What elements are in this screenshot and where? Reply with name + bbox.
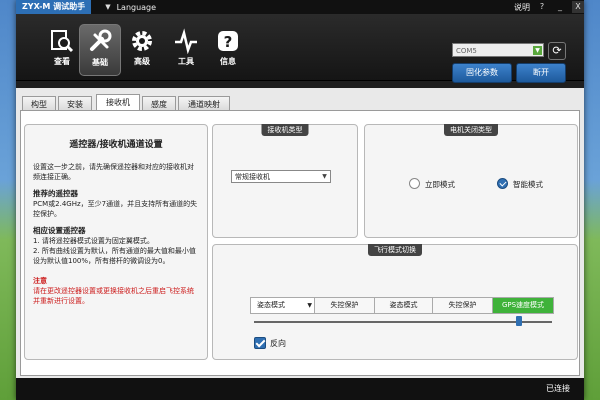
main-toolbar: 查看 基础 高级 工具 ? 信息 COM5 ▼ ⟳ 固化参数 断开 [16, 14, 584, 83]
recommended-title: 推荐的遥控器 [33, 189, 78, 198]
setup-step-2: 2. 所有曲线设置为默认，所有通道的最大值和最小值设为默认值100%，所有搭杆的… [33, 247, 196, 265]
receiver-type-panel: 接收机类型 常规接收机 ▼ [212, 124, 358, 238]
chevron-down-icon[interactable]: ▼ [307, 298, 312, 313]
toolbar-advanced-label: 高级 [134, 57, 150, 66]
pulse-icon [175, 28, 197, 54]
language-dropdown-icon[interactable]: ▼ [105, 3, 110, 11]
instructions-panel: 遥控器/接收机通道设置 设置这一步之前，请先确保遥控器和对应的接收机对频连接正确… [24, 124, 208, 360]
reverse-label: 反向 [270, 339, 286, 348]
mode-cell-gps-speed: GPS速度模式 [493, 298, 553, 313]
motor-off-title: 电机关闭类型 [444, 124, 498, 136]
smart-mode-label: 智能模式 [513, 180, 543, 189]
connection-status: 已连接 [546, 384, 570, 393]
flight-mode-title: 飞行模式切换 [368, 244, 422, 256]
refresh-icon[interactable]: ⟳ [548, 42, 566, 60]
info-icon: ? [218, 31, 238, 51]
flight-mode-select-value: 姿态模式 [257, 301, 285, 309]
com-port-value: COM5 [456, 47, 477, 55]
note-title: 注意 [33, 277, 47, 285]
chevron-down-icon[interactable]: ▼ [533, 46, 542, 55]
note-text: 请在更改遥控器设置或更换接收机之后重启飞控系统并重新进行设置。 [33, 287, 194, 305]
question-icon[interactable]: ? [536, 1, 548, 13]
mode-cell-attitude: 姿态模式 [375, 298, 433, 313]
mode-cell-failsafe-1: 失控保护 [315, 298, 375, 313]
gear-icon [132, 31, 152, 51]
com-port-select[interactable]: COM5 ▼ [452, 43, 544, 57]
title-bar: ZYX-M 调试助手 ▼ Language 说明 ? _ X [16, 0, 584, 14]
motor-off-panel: 电机关闭类型 立即模式 智能模式 [364, 124, 578, 238]
svg-text:?: ? [224, 33, 233, 51]
flight-mode-slider-thumb[interactable] [516, 316, 522, 326]
toolbar-tools-button[interactable]: 工具 [166, 24, 206, 76]
immediate-mode-label: 立即模式 [425, 180, 455, 189]
magnifier-icon [51, 30, 74, 53]
flight-mode-select[interactable]: 姿态模式 ▼ [251, 298, 315, 313]
toolbar-advanced-button[interactable]: 高级 [122, 24, 162, 76]
toolbar-view-button[interactable]: 查看 [42, 24, 82, 76]
instructions-title: 遥控器/接收机通道设置 [69, 140, 163, 150]
app-title: ZYX-M 调试助手 [16, 0, 92, 14]
toolbar-basic-label: 基础 [92, 58, 108, 67]
window-controls: 说明 ? _ X [514, 0, 584, 14]
flight-mode-slider-track[interactable] [254, 321, 552, 323]
disconnect-button[interactable]: 断开 [516, 63, 566, 83]
language-menu[interactable]: Language [117, 3, 156, 12]
reverse-checkbox[interactable] [254, 337, 266, 349]
toolbar-tools-label: 工具 [178, 57, 194, 66]
receiver-type-select[interactable]: 常规接收机 ▼ [231, 170, 331, 183]
minimize-button[interactable]: _ [554, 1, 566, 13]
flight-mode-bar: 姿态模式 ▼ 失控保护 姿态模式 失控保护 GPS速度模式 [250, 297, 554, 314]
toolbar-basic-button[interactable]: 基础 [79, 24, 121, 76]
mode-cell-failsafe-2: 失控保护 [433, 298, 493, 313]
toolbar-view-label: 查看 [54, 57, 70, 66]
smart-mode-radio[interactable] [497, 178, 508, 189]
help-link[interactable]: 说明 [514, 2, 530, 13]
recommended-text: PCM或2.4GHz，至少7通道，并且支持所有通道的失控保护。 [33, 200, 198, 218]
instructions-intro: 设置这一步之前，请先确保遥控器和对应的接收机对频连接正确。 [33, 163, 194, 181]
app-window: ZYX-M 调试助手 ▼ Language 说明 ? _ X 查看 基础 高级 … [16, 0, 584, 400]
cure-params-button[interactable]: 固化参数 [452, 63, 512, 83]
tab-bar: 构型 安装 接收机 感度 通道映射 [16, 92, 584, 112]
setup-title: 相应设置遥控器 [33, 226, 86, 235]
receiver-type-title: 接收机类型 [261, 124, 309, 136]
chevron-down-icon[interactable]: ▼ [320, 172, 329, 181]
wrench-icon [90, 29, 112, 51]
toolbar-info-button[interactable]: ? 信息 [208, 24, 248, 76]
toolbar-info-label: 信息 [220, 57, 236, 66]
close-button[interactable]: X [572, 1, 584, 13]
immediate-mode-radio[interactable] [409, 178, 420, 189]
setup-step-1: 1. 请将遥控器模式设置为固定翼模式。 [33, 237, 154, 245]
status-bar: 已连接 [16, 378, 584, 400]
receiver-type-value: 常规接收机 [235, 173, 270, 181]
